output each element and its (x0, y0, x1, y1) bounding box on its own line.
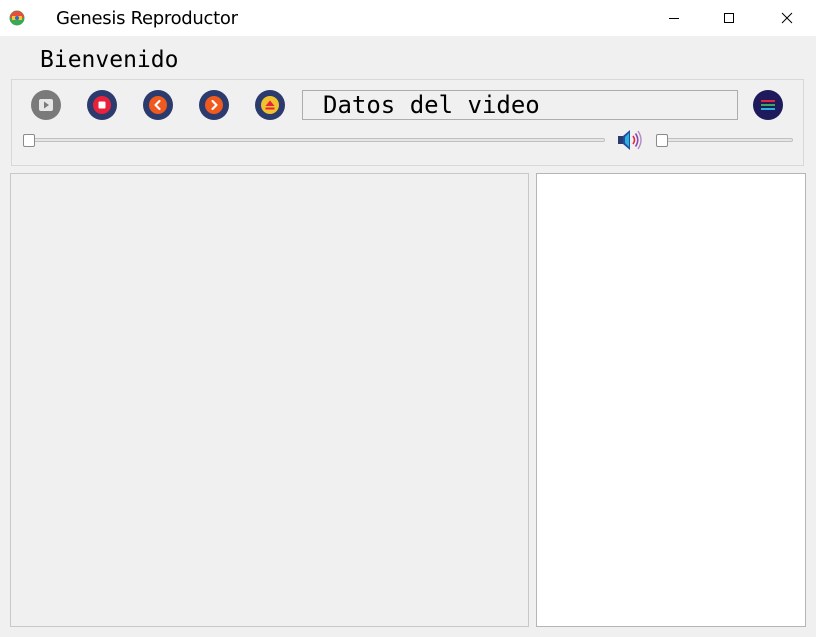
menu-icon (761, 100, 775, 110)
progress-slider-thumb[interactable] (23, 134, 35, 147)
stop-icon (93, 96, 111, 114)
welcome-label: Bienvenido (40, 47, 179, 73)
volume-slider[interactable] (656, 138, 793, 142)
play-icon (39, 99, 53, 111)
window-title: Genesis Reproductor (56, 8, 238, 29)
close-button[interactable] (758, 0, 816, 36)
previous-button[interactable] (143, 90, 173, 120)
title-bar: Genesis Reproductor (0, 0, 816, 36)
next-button[interactable] (199, 90, 229, 120)
menu-button[interactable] (753, 90, 783, 120)
previous-icon (149, 96, 167, 114)
maximize-icon (724, 13, 734, 23)
volume-button[interactable] (616, 128, 644, 152)
volume-icon (618, 130, 642, 150)
maximize-button[interactable] (700, 0, 758, 36)
close-icon (781, 12, 793, 24)
video-display-area[interactable] (10, 173, 529, 627)
video-info-display: Datos del video (302, 90, 738, 120)
app-logo-icon (9, 10, 25, 26)
eject-button[interactable] (255, 90, 285, 120)
play-button[interactable] (31, 90, 61, 120)
next-icon (205, 96, 223, 114)
stop-button[interactable] (87, 90, 117, 120)
eject-icon (261, 96, 279, 114)
playlist-panel[interactable] (536, 173, 806, 627)
minimize-icon (669, 18, 679, 19)
volume-slider-thumb[interactable] (656, 134, 668, 147)
minimize-button[interactable] (645, 0, 703, 36)
progress-slider[interactable] (24, 138, 605, 142)
